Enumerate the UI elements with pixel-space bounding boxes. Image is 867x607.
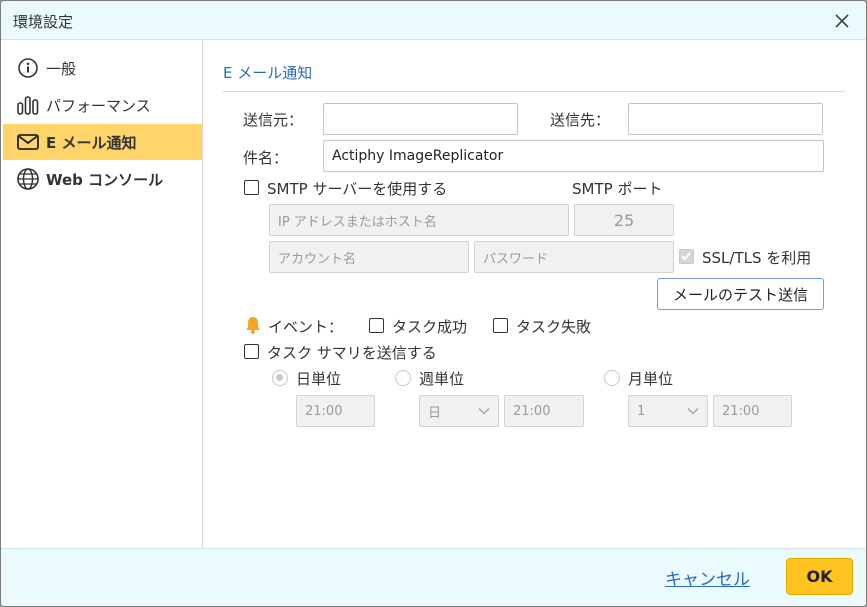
daily-radio[interactable] — [272, 370, 288, 386]
ok-button[interactable]: OK — [786, 558, 853, 595]
password-field[interactable]: パスワード — [474, 241, 674, 273]
weekly-day-value: 日 — [428, 405, 442, 421]
from-field[interactable] — [323, 103, 518, 135]
weekly-radio[interactable] — [395, 370, 411, 386]
to-field[interactable] — [628, 103, 823, 135]
settings-dialog: 環境設定 一般 パフォーマンス E メール通知 Web コンソール E メール通… — [0, 0, 867, 607]
email-settings-panel: E メール通知 送信元： 送信先： 件名： Actiphy ImageRepli… — [204, 40, 866, 548]
subject-field[interactable]: Actiphy ImageReplicator — [323, 140, 824, 172]
sidebar-item-label: 一般 — [46, 59, 77, 78]
task-success-label: タスク成功 — [392, 318, 468, 336]
window-title: 環境設定 — [13, 13, 74, 31]
monthly-label: 月単位 — [628, 370, 674, 388]
task-failure-label: タスク失敗 — [516, 318, 592, 336]
section-title: E メール通知 — [223, 64, 313, 82]
weekly-day-select[interactable]: 日 — [419, 395, 499, 427]
from-label: 送信元： — [243, 111, 304, 129]
monthly-day-value: 1 — [637, 403, 646, 419]
monthly-day-select[interactable]: 1 — [628, 395, 708, 427]
summary-checkbox-label: タスク サマリを送信する — [267, 344, 437, 362]
task-success-checkbox[interactable] — [369, 318, 384, 333]
divider — [223, 91, 845, 92]
smtp-checkbox-label: SMTP サーバーを使用する — [267, 180, 448, 198]
task-failure-checkbox[interactable] — [493, 318, 508, 333]
to-label: 送信先： — [550, 111, 611, 129]
weekly-time-field[interactable]: 21:00 — [504, 395, 584, 427]
weekly-label: 週単位 — [419, 370, 465, 388]
summary-checkbox[interactable] — [244, 344, 259, 359]
sidebar-item-web-console[interactable]: Web コンソール — [3, 161, 202, 197]
smtp-port-field[interactable]: 25 — [574, 204, 674, 236]
chevron-down-icon — [687, 404, 699, 419]
test-email-button[interactable]: メールのテスト送信 — [657, 278, 824, 310]
info-icon — [15, 55, 41, 81]
monthly-radio[interactable] — [604, 370, 620, 386]
smtp-checkbox[interactable] — [244, 180, 259, 195]
sidebar-item-label: E メール通知 — [46, 133, 137, 152]
bell-icon — [243, 315, 263, 339]
mail-icon — [15, 129, 41, 155]
ssl-label: SSL/TLS を利用 — [702, 249, 812, 267]
ssl-checkbox[interactable] — [679, 249, 694, 264]
monthly-time-field[interactable]: 21:00 — [713, 395, 792, 427]
smtp-host-field[interactable]: IP アドレスまたはホスト名 — [269, 204, 569, 236]
account-field[interactable]: アカウント名 — [269, 241, 469, 273]
globe-icon — [15, 166, 41, 192]
close-icon[interactable] — [831, 10, 853, 32]
subject-label: 件名： — [243, 149, 289, 167]
smtp-port-label: SMTP ポート — [572, 180, 663, 198]
title-bar: 環境設定 — [1, 1, 866, 40]
sidebar-item-label: パフォーマンス — [46, 96, 151, 115]
bar-chart-icon — [15, 92, 41, 118]
footer: キャンセル OK — [1, 548, 866, 606]
event-label: イベント： — [268, 318, 344, 336]
sidebar-item-general[interactable]: 一般 — [3, 50, 202, 86]
chevron-down-icon — [478, 404, 490, 419]
daily-label: 日単位 — [296, 370, 342, 388]
sidebar: 一般 パフォーマンス E メール通知 Web コンソール — [1, 40, 203, 548]
sidebar-item-email[interactable]: E メール通知 — [3, 124, 202, 160]
sidebar-item-performance[interactable]: パフォーマンス — [3, 87, 202, 123]
daily-time-field[interactable]: 21:00 — [296, 395, 375, 427]
sidebar-item-label: Web コンソール — [46, 170, 164, 189]
cancel-button[interactable]: キャンセル — [665, 565, 750, 590]
